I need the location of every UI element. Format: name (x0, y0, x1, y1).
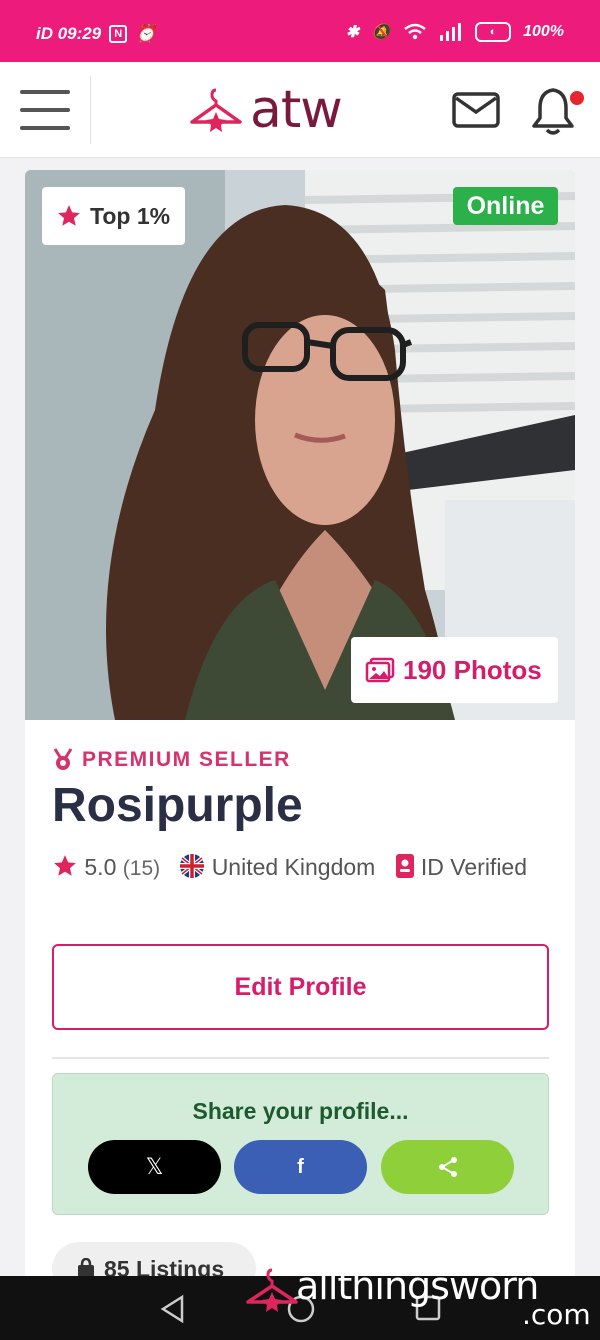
listings-tab[interactable]: 85 Listings (52, 1242, 256, 1280)
atw-logo[interactable]: atw (188, 78, 343, 142)
bluetooth-icon: ✱ (345, 24, 360, 41)
profile-name: Rosipurple (52, 779, 303, 832)
status-bar: iD 09:29 N ⏰ ✱ 🔕 ◐ 100% (0, 0, 600, 62)
star-icon (58, 205, 80, 226)
back-icon[interactable] (158, 1294, 186, 1324)
allthingsworn-watermark: allthingsworn .com (244, 1264, 600, 1340)
top-percent-badge: Top 1% (42, 187, 185, 245)
review-count: (15) (122, 857, 161, 880)
share-x-button[interactable]: 𝕏 (88, 1140, 221, 1194)
menu-icon[interactable] (20, 90, 70, 130)
id-badge-icon (395, 854, 414, 878)
rating-star-icon (54, 855, 76, 876)
hanger-logo-icon (190, 88, 242, 132)
divider (52, 1057, 549, 1059)
battery-icon: ◐ (475, 22, 512, 42)
country-text: United Kingdom (211, 854, 376, 880)
app-header: atw (0, 62, 600, 158)
status-time: iD 09:29 (36, 24, 102, 43)
logo-text: atw (250, 80, 343, 140)
wifi-icon (404, 23, 426, 40)
profile-meta: 5.0 (15) United Kingdom ID Verified (52, 850, 552, 886)
profile-card: Top 1% Online 190 Photos PREMIUM SELLER … (25, 170, 575, 1280)
edit-profile-button[interactable]: Edit Profile (52, 944, 549, 1030)
facebook-icon: f (297, 1155, 304, 1178)
battery-level: 100% (523, 23, 564, 40)
signal-icon (440, 23, 462, 41)
share-profile-box: Share your profile... 𝕏 f (52, 1073, 549, 1215)
photos-count-text: 190 Photos (403, 654, 542, 685)
status-right: ✱ 🔕 ◐ 100% (346, 22, 564, 42)
medal-icon (53, 748, 73, 770)
premium-seller-label: PREMIUM SELLER (52, 748, 291, 772)
share-title: Share your profile... (192, 1098, 409, 1124)
id-verified-text: ID Verified (420, 854, 528, 880)
header-divider (90, 76, 91, 144)
x-icon: 𝕏 (145, 1154, 164, 1180)
share-facebook-button[interactable]: f (234, 1140, 367, 1194)
notification-dot (570, 91, 584, 105)
status-left: iD 09:29 N ⏰ (36, 24, 156, 44)
alarm-icon: ⏰ (135, 24, 157, 43)
online-badge: Online (453, 187, 558, 225)
profile-photo[interactable]: Top 1% Online 190 Photos (25, 170, 575, 720)
mute-icon: 🔕 (371, 24, 392, 41)
premium-seller-text: PREMIUM SELLER (82, 748, 291, 771)
watermark-hanger-icon (246, 1268, 298, 1312)
notification-n-icon: N (109, 25, 128, 43)
top-percent-text: Top 1% (90, 202, 171, 229)
uk-flag-icon (180, 854, 205, 878)
rating-value: 5.0 (84, 854, 117, 880)
bell-icon[interactable] (530, 86, 576, 136)
share-generic-button[interactable] (381, 1140, 514, 1194)
mail-icon[interactable] (452, 92, 500, 128)
watermark-suffix: .com (522, 1298, 591, 1331)
share-icon (438, 1157, 457, 1177)
images-icon (365, 657, 395, 683)
photos-count-button[interactable]: 190 Photos (351, 637, 558, 703)
watermark-text: allthingsworn (296, 1264, 539, 1308)
